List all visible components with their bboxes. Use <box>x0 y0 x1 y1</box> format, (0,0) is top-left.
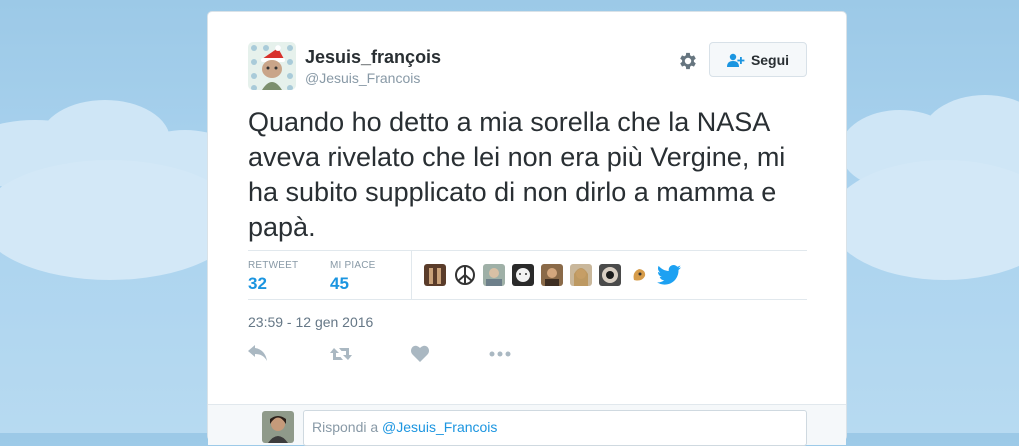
follow-button-label: Segui <box>750 51 790 68</box>
gear-icon[interactable] <box>677 50 699 72</box>
liker-avatar[interactable] <box>628 264 650 286</box>
divider <box>248 299 807 300</box>
likes-label: MI PIACE <box>330 260 376 271</box>
display-name[interactable]: Jesuis_françois <box>305 47 441 68</box>
reply-input[interactable]: Rispondi a @Jesuis_Francois <box>303 410 807 446</box>
liker-avatar[interactable] <box>512 264 534 286</box>
liker-avatar[interactable] <box>454 264 476 286</box>
retweets-label: RETWEET <box>248 260 299 271</box>
user-avatar[interactable] <box>248 42 296 90</box>
like-icon[interactable] <box>411 345 433 363</box>
current-user-avatar <box>262 411 294 443</box>
liker-avatar[interactable] <box>424 264 446 286</box>
user-handle[interactable]: @Jesuis_Francois <box>305 70 420 86</box>
tweet-text: Quando ho detto a mia sorella che la NAS… <box>248 107 786 242</box>
twitter-bird-icon[interactable] <box>657 265 681 285</box>
retweet-icon[interactable] <box>330 345 352 363</box>
liker-avatar[interactable] <box>570 264 592 286</box>
stats-separator <box>411 251 412 299</box>
liker-avatar[interactable] <box>483 264 505 286</box>
reply-area: Rispondi a @Jesuis_Francois <box>208 404 846 446</box>
tweet-timestamp[interactable]: 23:59 - 12 gen 2016 <box>248 314 373 330</box>
tweet-card: Jesuis_françois @Jesuis_Francois Segui Q… <box>207 11 847 446</box>
liker-avatar[interactable] <box>599 264 621 286</box>
reply-icon[interactable] <box>248 345 270 363</box>
add-user-icon <box>726 53 745 67</box>
divider <box>248 250 807 251</box>
cloud-decoration <box>0 160 240 280</box>
more-icon[interactable] <box>489 345 511 363</box>
follow-button[interactable]: Segui <box>709 42 807 77</box>
likes-count[interactable]: 45 <box>330 274 349 294</box>
retweets-count[interactable]: 32 <box>248 274 267 294</box>
liker-avatar[interactable] <box>541 264 563 286</box>
